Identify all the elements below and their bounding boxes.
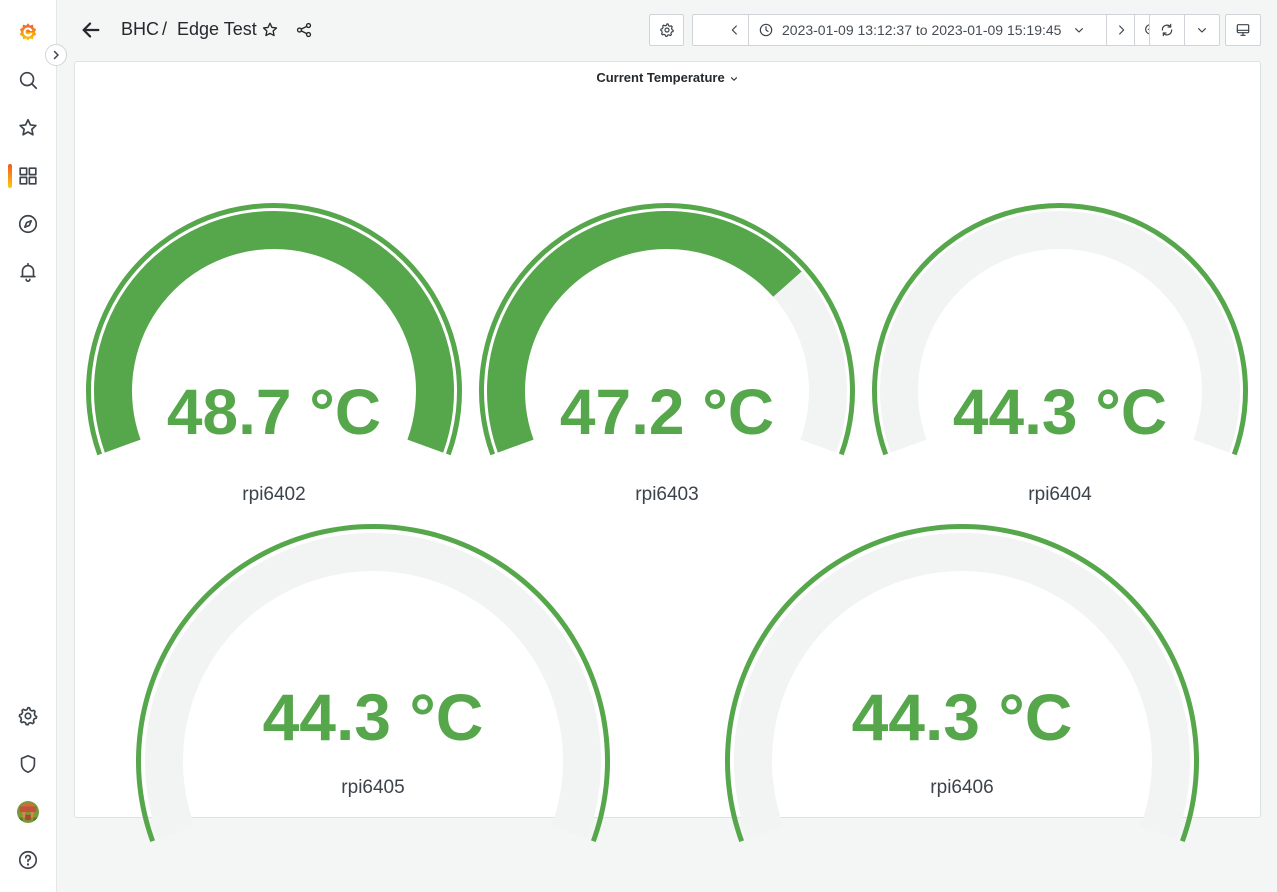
panel-header[interactable]: Current Temperature xyxy=(75,70,1260,85)
dashboards-icon[interactable] xyxy=(0,156,56,196)
gauge-label: rpi6406 xyxy=(930,777,994,798)
refresh-group xyxy=(1149,14,1220,46)
refresh-icon xyxy=(1161,23,1173,37)
gauge-panel: Current Temperature 48.7 °C rpi6402 47.2… xyxy=(74,61,1261,843)
back-arrow-icon[interactable] xyxy=(79,18,103,42)
time-picker-group: 2023-01-09 13:12:37 to 2023-01-09 15:19:… xyxy=(692,14,1197,46)
top-navbar: BHC / Edge Test 2023-01-09 13:12:37 to 2… xyxy=(57,0,1277,60)
search-icon[interactable] xyxy=(0,60,56,100)
chevron-right-icon xyxy=(1118,25,1124,35)
chevron-down-icon xyxy=(1075,28,1084,33)
time-range-picker[interactable]: 2023-01-09 13:12:37 to 2023-01-09 15:19:… xyxy=(749,15,1107,45)
time-shift-back-button[interactable] xyxy=(722,15,749,45)
gauge: 44.3 °C rpi6404 xyxy=(861,127,1259,505)
starred-icon[interactable] xyxy=(0,108,56,148)
gauge: 48.7 °C rpi6402 xyxy=(75,127,473,505)
panel-title: Current Temperature xyxy=(596,70,725,85)
gauge-value: 47.2 °C xyxy=(559,376,775,448)
gear-icon[interactable] xyxy=(0,696,56,736)
chevron-left-icon xyxy=(731,25,737,35)
expand-sidebar-button[interactable] xyxy=(45,44,67,66)
breadcrumb-dashboard[interactable]: Edge Test xyxy=(177,19,257,40)
star-icon[interactable] xyxy=(260,20,280,40)
avatar[interactable] xyxy=(17,801,39,823)
tv-mode-icon xyxy=(1236,24,1250,36)
gauge: 47.2 °C rpi6403 xyxy=(468,127,866,505)
gauge-value: 44.3 °C xyxy=(262,680,484,754)
time-range-text: 2023-01-09 13:12:37 to 2023-01-09 15:19:… xyxy=(782,22,1062,38)
explore-icon[interactable] xyxy=(0,204,56,244)
breadcrumb-separator: / xyxy=(157,19,173,39)
breadcrumb-folder[interactable]: BHC xyxy=(121,19,159,40)
chevron-down-icon xyxy=(730,76,737,81)
sidebar xyxy=(0,0,67,892)
chevron-down-icon xyxy=(1197,28,1206,33)
help-icon[interactable] xyxy=(0,840,56,880)
gauge-value: 44.3 °C xyxy=(851,680,1073,754)
alerting-icon[interactable] xyxy=(0,252,56,292)
clock-icon xyxy=(759,23,773,37)
time-shift-forward-button[interactable] xyxy=(1107,15,1135,45)
refresh-interval-dropdown[interactable] xyxy=(1185,15,1220,45)
gauge-arc xyxy=(725,523,1199,843)
gauge: 44.3 °C rpi6406 xyxy=(664,457,1260,843)
tv-mode-button[interactable] xyxy=(1225,14,1261,46)
gear-icon xyxy=(659,23,674,37)
gauge-value: 48.7 °C xyxy=(166,376,382,448)
gauge-label: rpi6405 xyxy=(341,777,405,798)
shield-icon[interactable] xyxy=(0,744,56,784)
gauge: 44.3 °C rpi6405 xyxy=(75,457,671,843)
refresh-button[interactable] xyxy=(1150,15,1185,45)
share-icon[interactable] xyxy=(294,20,314,40)
gauge-arc xyxy=(136,523,610,843)
dashboard-settings-button[interactable] xyxy=(649,14,684,46)
gauge-value: 44.3 °C xyxy=(952,376,1168,448)
